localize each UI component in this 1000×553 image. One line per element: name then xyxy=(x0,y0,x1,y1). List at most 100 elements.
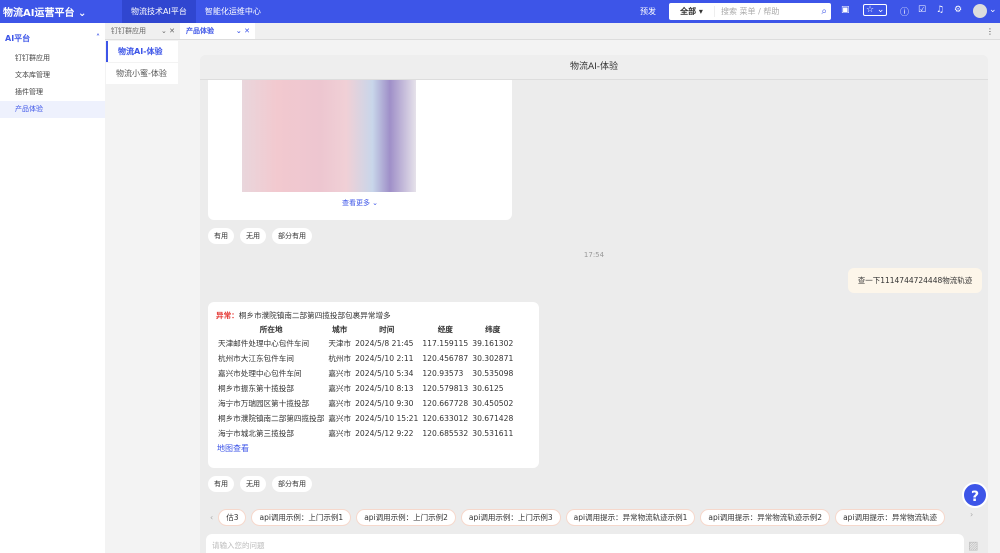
suggestion-chip[interactable]: api调用示例：上门示例1 xyxy=(251,508,352,526)
table-cell: 120.667728 xyxy=(422,399,469,408)
table-cell: 117.159115 xyxy=(422,339,469,348)
table-cell: 嘉兴市 xyxy=(328,429,352,438)
avatar[interactable] xyxy=(973,4,987,18)
more-icon[interactable]: ⋮ xyxy=(986,23,1000,39)
column-header: 所在地 xyxy=(259,325,283,334)
table-row: 海宁市万瑞园区第十揽投部 嘉兴市 2024/5/10 9:30 120.667728 3… xyxy=(216,396,515,411)
suggestion-chip[interactable]: api调用提示：异常物流轨迹示例1 xyxy=(565,508,696,526)
search-icon[interactable]: ⌕ xyxy=(821,6,831,17)
table-cell: 杭州市 xyxy=(328,354,352,363)
nav-tech-ai[interactable]: 物流技术AI平台 xyxy=(122,0,196,23)
top-bar: 物流AI运营平台 ⌄ 物流技术AI平台 智能化运维中心 预发 全部 ▾ 搜索 菜… xyxy=(0,0,1000,23)
help-icon[interactable]: ⓘ xyxy=(900,5,909,18)
user-message: 查一下1114744724448物流轨迹 xyxy=(848,268,982,293)
sidebar-item-plugin[interactable]: 插件管理 xyxy=(0,84,105,101)
subnav-xiaomi[interactable]: 物流小蜜-体验 xyxy=(106,63,178,84)
table-cell: 桐乡市振东第十揽投部 xyxy=(218,384,294,393)
chevron-down-icon[interactable]: ⌄ xyxy=(989,5,997,15)
alert-label: 异常： xyxy=(216,311,239,320)
sidebar-item-dingtalk[interactable]: 钉钉群应用 xyxy=(0,50,105,67)
sub-nav: 物流AI-体验 物流小蜜-体验 xyxy=(106,41,178,85)
table-cell: 2024/5/10 15:21 xyxy=(355,414,419,423)
table-cell: 2024/5/10 8:13 xyxy=(355,384,414,393)
chat-panel: 物流AI-体验 查看更多 ⌄ 有用 无用 部分有用 17:54 查一下11147… xyxy=(200,55,988,553)
table-cell: 120.93573 xyxy=(422,369,464,378)
table-cell: 海宁市城北第三揽投部 xyxy=(218,429,294,438)
partly-useful-button[interactable]: 部分有用 xyxy=(272,476,312,492)
favorite-icon[interactable]: ☆ ⌄ xyxy=(863,4,888,16)
table-row: 海宁市城北第三揽投部 嘉兴市 2024/5/12 9:22 120.685532 30.… xyxy=(216,426,515,441)
map-view-link[interactable]: 地图查看 xyxy=(208,443,539,454)
nav-ops-center[interactable]: 智能化运维中心 xyxy=(196,0,270,23)
table-cell: 2024/5/10 9:30 xyxy=(355,399,414,408)
search-input[interactable]: 搜索 菜单 / 帮助 xyxy=(715,6,821,17)
table-cell: 120.685532 xyxy=(422,429,469,438)
sidebar-group-ai[interactable]: AI平台 ˄ xyxy=(0,23,105,50)
table-cell: 嘉兴市 xyxy=(328,399,352,408)
suggestion-chip[interactable]: api调用示例：上门示例3 xyxy=(460,508,561,526)
suggestion-chip[interactable]: api调用提示：异常物流轨迹 xyxy=(835,508,946,526)
trace-table: 所在地 城市 时间 经度 纬度 天津邮件处理中心包件车间 天津市 2024/5/8 21:45… xyxy=(216,323,515,441)
table-cell: 杭州市大江东包件车间 xyxy=(218,354,294,363)
useful-button[interactable]: 有用 xyxy=(208,228,234,244)
table-row: 杭州市大江东包件车间 杭州市 2024/5/10 2:11 120.456787 30.… xyxy=(216,351,515,366)
task-icon[interactable]: ☑ xyxy=(918,5,926,15)
answer-card: 异常：桐乡市濮院镇南二部第四揽投部包裹异常增多 所在地 城市 时间 经度 纬度 天津邮件处… xyxy=(208,302,539,468)
tab-product[interactable]: 产品体验 ⌄ ✕ xyxy=(180,23,255,39)
alert-text: 桐乡市濮院镇南二部第四揽投部包裹异常增多 xyxy=(238,311,391,320)
tab-dingtalk[interactable]: 钉钉群应用 ⌄ ✕ xyxy=(105,23,180,39)
help-float-button[interactable]: ? xyxy=(962,482,988,508)
chevron-left-icon[interactable]: ‹ xyxy=(210,513,213,522)
chevron-right-icon[interactable]: › xyxy=(970,510,973,519)
see-more-link[interactable]: 查看更多 ⌄ xyxy=(208,198,512,208)
table-cell: 120.456787 xyxy=(422,354,469,363)
table-row: 嘉兴市处理中心包件车间 嘉兴市 2024/5/10 5:34 120.93573 30.… xyxy=(216,366,515,381)
scope-value: 全部 xyxy=(680,7,697,16)
image-upload-icon[interactable]: ▨ xyxy=(968,539,978,552)
suggestion-chip[interactable]: 估3 xyxy=(218,508,247,526)
timestamp: 17:54 xyxy=(583,251,605,259)
feedback-group: 有用 无用 部分有用 xyxy=(208,476,312,492)
suggestion-chip[interactable]: api调用示例：上门示例2 xyxy=(356,508,456,526)
platform-switcher[interactable]: 物流AI运营平台 ⌄ xyxy=(0,4,122,19)
column-header: 城市 xyxy=(332,325,348,334)
table-cell: 2024/5/8 21:45 xyxy=(355,339,414,348)
useful-button[interactable]: 有用 xyxy=(208,476,234,492)
useless-button[interactable]: 无用 xyxy=(240,476,266,492)
env-label[interactable]: 预发 xyxy=(640,6,656,17)
image-card: 查看更多 ⌄ xyxy=(208,80,512,220)
table-cell: 30.535098 xyxy=(472,369,514,378)
table-cell: 30.671428 xyxy=(472,414,514,423)
table-cell: 30.6125 xyxy=(472,384,504,393)
close-icon[interactable]: ⌄ ✕ xyxy=(161,23,175,39)
column-header: 纬度 xyxy=(485,325,501,334)
sidebar-item-textlib[interactable]: 文本库管理 xyxy=(0,67,105,84)
useless-button[interactable]: 无用 xyxy=(240,228,266,244)
see-more-label: 查看更多 xyxy=(341,199,370,207)
suggestion-chip[interactable]: api调用提示：异常物流轨迹示例2 xyxy=(700,508,831,526)
chevron-up-icon: ˄ xyxy=(96,33,100,42)
table-cell: 嘉兴市 xyxy=(328,369,352,378)
tab-bar: 钉钉群应用 ⌄ ✕ 产品体验 ⌄ ✕ ⋮ xyxy=(105,23,1000,40)
settings-icon[interactable]: ⚙ xyxy=(954,5,962,15)
close-icon[interactable]: ⌄ ✕ xyxy=(236,23,250,39)
sidebar-item-product[interactable]: 产品体验 xyxy=(0,101,105,118)
table-cell: 39.161302 xyxy=(472,339,514,348)
table-cell: 桐乡市濮院镇南二部第四揽投部 xyxy=(218,414,325,423)
table-row: 桐乡市振东第十揽投部 嘉兴市 2024/5/10 8:13 120.579813 30.… xyxy=(216,381,515,396)
table-cell: 2024/5/10 2:11 xyxy=(355,354,414,363)
table-cell: 2024/5/10 5:34 xyxy=(355,369,414,378)
alert-line: 异常：桐乡市濮院镇南二部第四揽投部包裹异常增多 xyxy=(208,310,539,321)
table-cell: 30.302871 xyxy=(472,354,514,363)
search-box[interactable]: 全部 ▾ 搜索 菜单 / 帮助 ⌕ xyxy=(669,3,831,20)
sidebar: AI平台 ˄ 钉钉群应用 文本库管理 插件管理 产品体验 xyxy=(0,23,105,553)
suggestion-chips: ‹ 估3 api调用示例：上门示例1 api调用示例：上门示例2 api调用示例：上门… xyxy=(200,507,988,527)
question-input[interactable]: 请输入您的问题 xyxy=(206,534,964,553)
tab-label: 钉钉群应用 xyxy=(111,27,146,35)
subnav-ai[interactable]: 物流AI-体验 xyxy=(106,41,178,62)
screen-icon[interactable]: ▣ xyxy=(841,5,850,15)
bell-icon[interactable]: ♫ xyxy=(936,5,944,15)
search-scope-select[interactable]: 全部 ▾ xyxy=(669,6,715,17)
partly-useful-button[interactable]: 部分有用 xyxy=(272,228,312,244)
table-row: 天津邮件处理中心包件车间 天津市 2024/5/8 21:45 117.159115 3… xyxy=(216,336,515,351)
